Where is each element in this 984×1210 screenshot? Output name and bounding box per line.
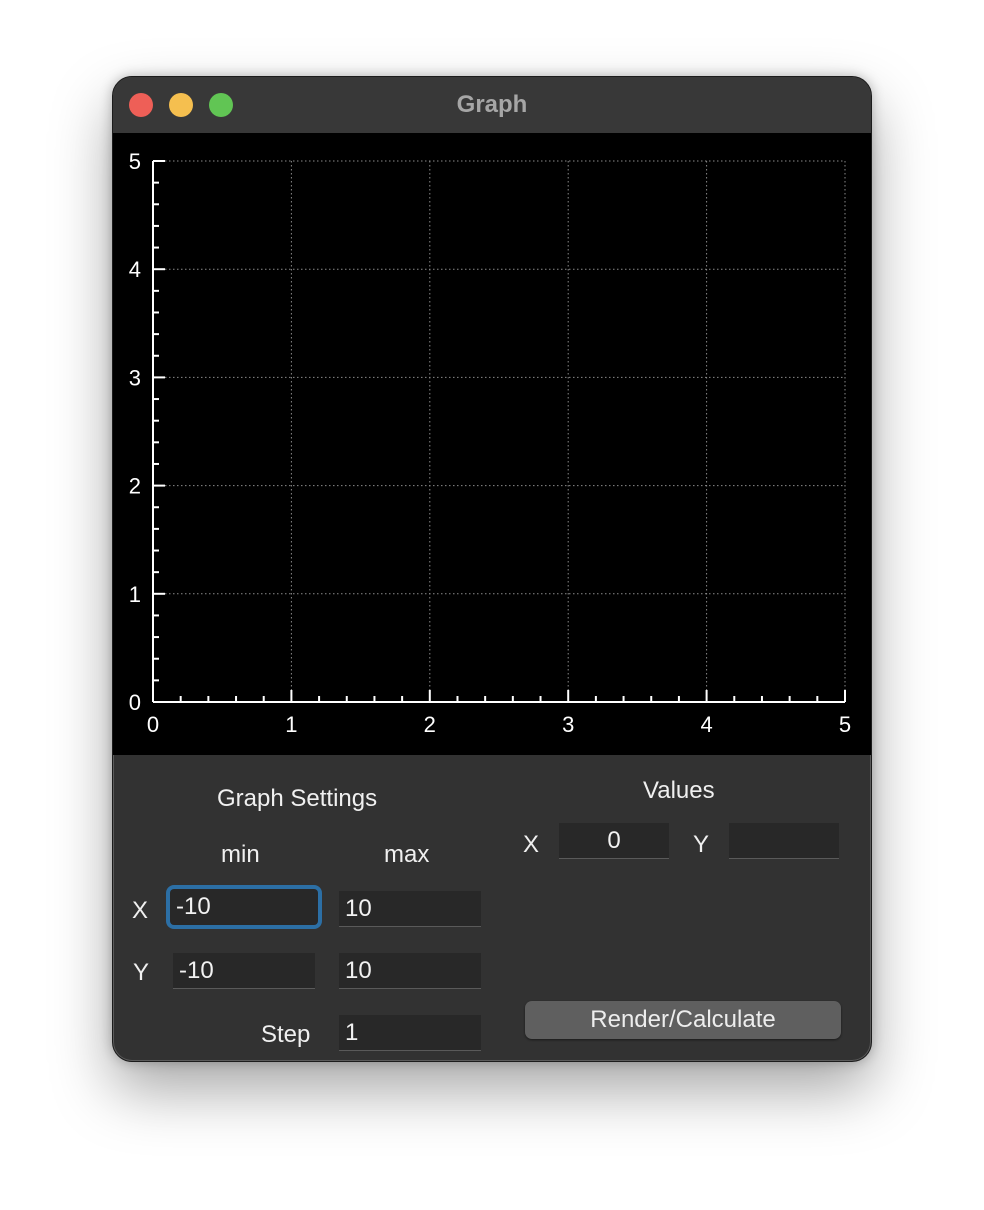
- y-range-label: Y: [133, 959, 150, 986]
- graph-plot[interactable]: 0 1 2 3 4 5 0 1 2 3 4 5: [113, 133, 872, 755]
- graph-canvas[interactable]: 0 1 2 3 4 5 0 1 2 3 4 5: [113, 133, 872, 755]
- x-max-input[interactable]: [339, 891, 481, 927]
- y-tick-label: 1: [129, 582, 141, 607]
- x-tick-label: 1: [285, 712, 297, 737]
- step-label: Step: [261, 1021, 311, 1048]
- render-calculate-button[interactable]: Render/Calculate: [525, 1001, 841, 1039]
- graph-window: Graph 0 1 2 3 4 5 0 1 2 3 4 5 Graph Settings min ma…: [112, 76, 872, 1062]
- x-range-label: X: [132, 897, 149, 924]
- x-tick-label: 5: [839, 712, 851, 737]
- min-column-label: min: [221, 841, 260, 868]
- y-tick-label: 2: [129, 474, 141, 499]
- y-tick-label: 3: [129, 365, 141, 390]
- x-tick-label: 0: [147, 712, 159, 737]
- x-min-input[interactable]: [170, 889, 318, 925]
- window-title: Graph: [456, 91, 528, 118]
- step-input[interactable]: [339, 1015, 481, 1051]
- x-tick-label: 3: [562, 712, 574, 737]
- x-value-input[interactable]: [559, 823, 669, 859]
- graph-settings-heading: Graph Settings: [217, 785, 378, 812]
- x-tick-label: 2: [424, 712, 436, 737]
- x-value-label: X: [523, 831, 540, 858]
- title-bar[interactable]: Graph: [113, 77, 871, 133]
- y-tick-label: 4: [129, 257, 141, 282]
- y-tick-label: 0: [129, 690, 141, 715]
- y-value-label: Y: [693, 831, 710, 858]
- y-tick-label: 5: [129, 149, 141, 174]
- max-column-label: max: [384, 841, 430, 868]
- x-tick-label: 4: [700, 712, 712, 737]
- y-min-input[interactable]: [173, 953, 315, 989]
- values-heading: Values: [643, 777, 715, 804]
- y-value-input[interactable]: [729, 823, 839, 859]
- y-max-input[interactable]: [339, 953, 481, 989]
